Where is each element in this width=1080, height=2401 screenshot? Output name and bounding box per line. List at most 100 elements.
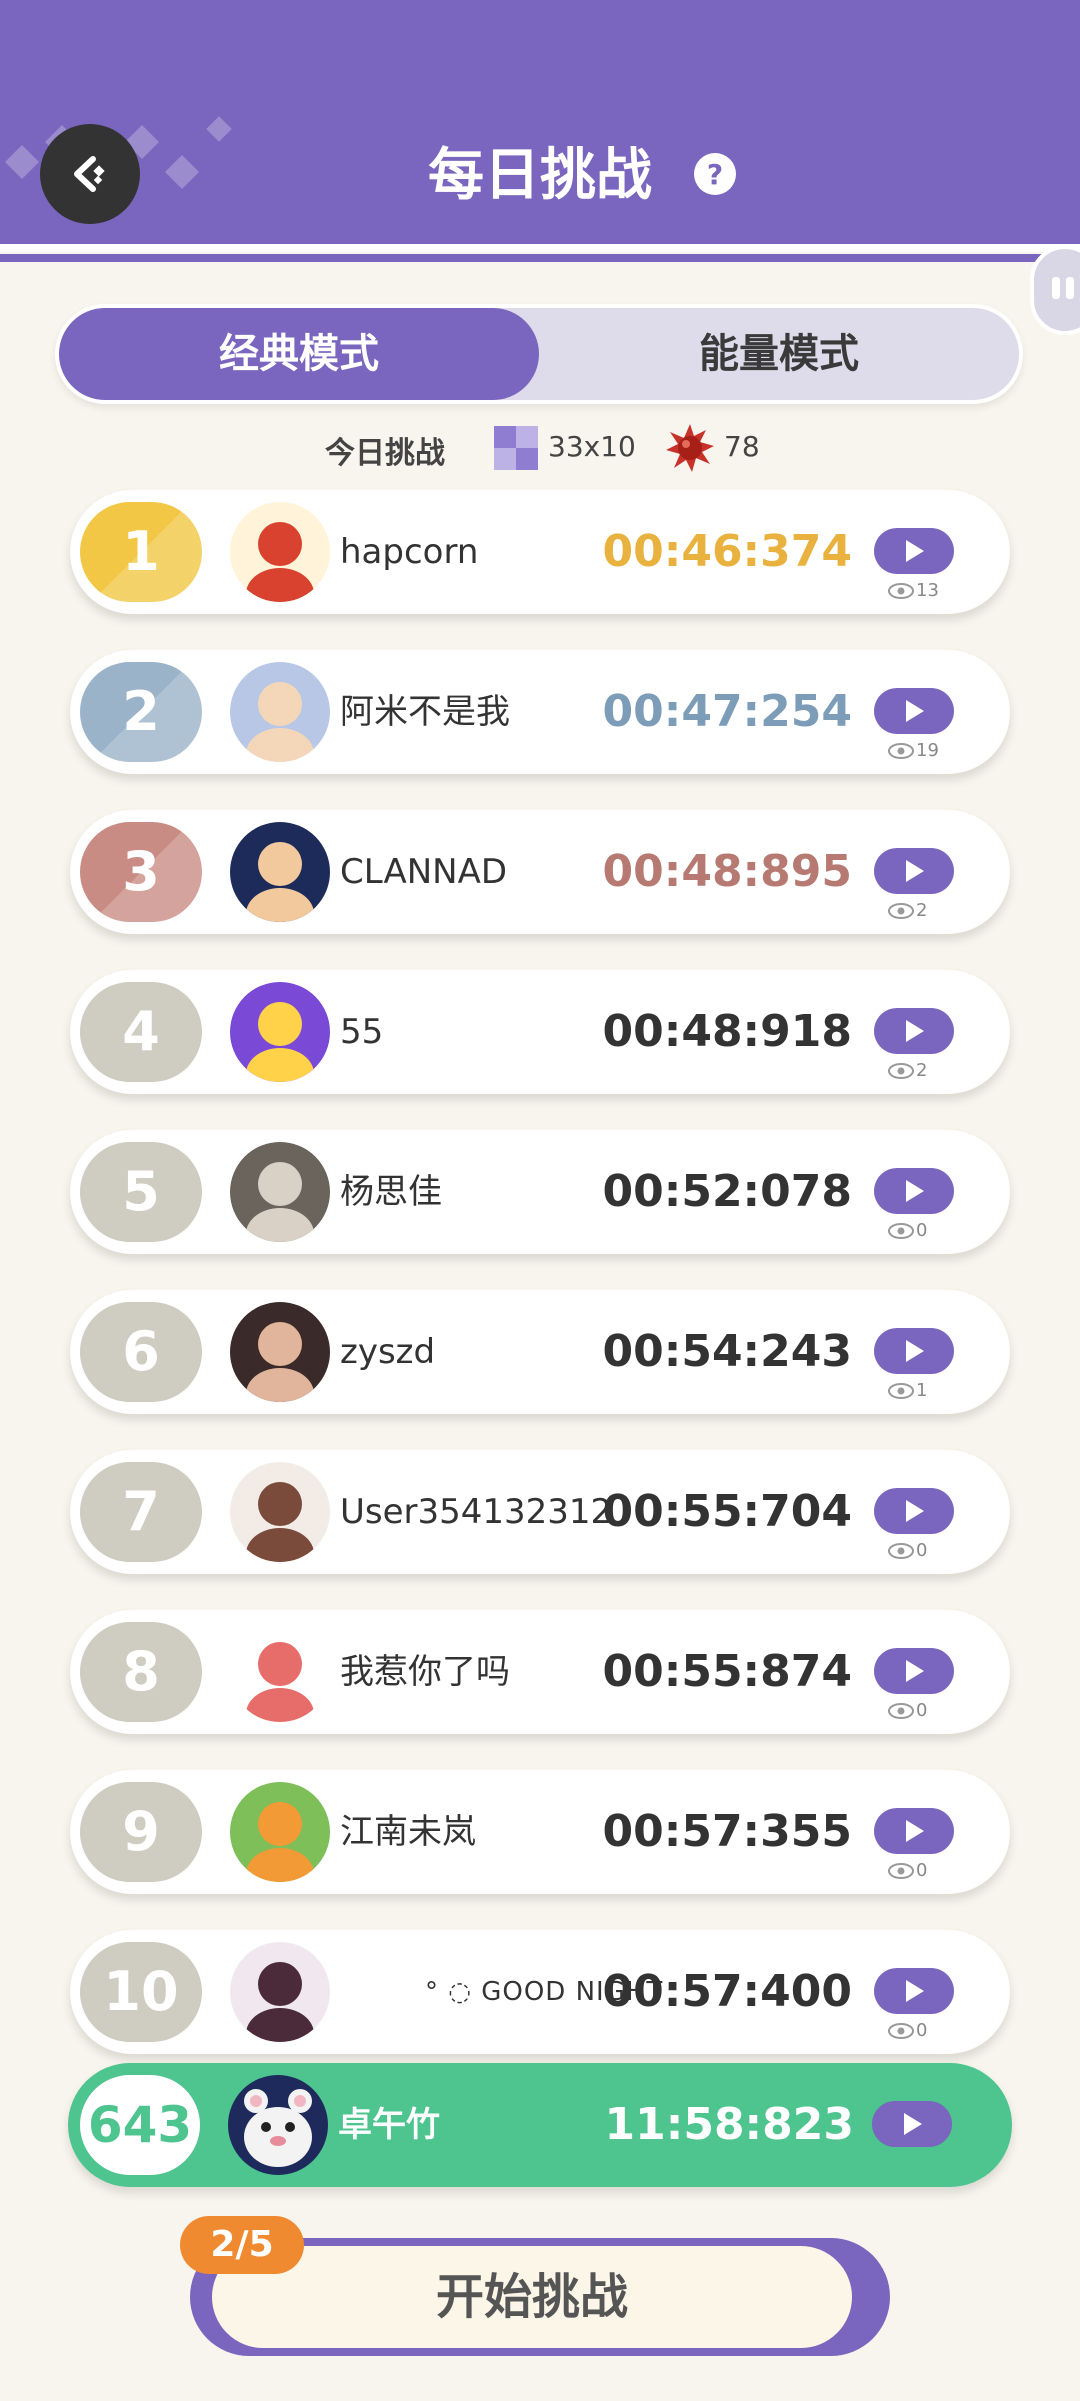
view-count: 0 — [888, 1220, 927, 1241]
finish-time: 00:47:254 — [602, 686, 853, 737]
my-rank-badge: 643 — [80, 2075, 200, 2175]
rank-badge: 9 — [80, 1782, 202, 1882]
view-count: 2 — [888, 900, 927, 921]
anime-girls-avatar-icon — [230, 662, 330, 762]
play-icon — [904, 2113, 922, 2135]
replay-button[interactable] — [874, 688, 954, 734]
leaderboard-row[interactable]: 2 阿米不是我 00:47:254 19 — [70, 650, 1010, 774]
play-icon — [906, 1980, 924, 2002]
player-name: zyszd — [340, 1332, 436, 1372]
eye-icon — [888, 742, 914, 759]
replay-button[interactable] — [874, 1328, 954, 1374]
play-icon — [906, 1660, 924, 1682]
leaderboard-row[interactable]: 4 55 00:48:918 2 — [70, 970, 1010, 1094]
eye-icon — [888, 1382, 914, 1399]
replay-button[interactable] — [874, 1648, 954, 1694]
leaderboard-row[interactable]: 8 我惹你了吗 00:55:874 0 — [70, 1610, 1010, 1734]
tiger-avatar-icon — [230, 1782, 330, 1882]
view-count-value: 13 — [916, 580, 939, 601]
view-count-value: 0 — [916, 1540, 928, 1561]
play-icon — [906, 1020, 924, 1042]
finish-time: 00:46:374 — [602, 526, 853, 577]
start-challenge-button[interactable]: 开始挑战 — [212, 2246, 852, 2348]
replay-button[interactable] — [874, 1488, 954, 1534]
play-icon — [906, 1820, 924, 1842]
replay-button[interactable] — [874, 1968, 954, 2014]
avatar — [230, 1782, 330, 1882]
rank-badge: 7 — [80, 1462, 202, 1562]
play-icon — [906, 700, 924, 722]
leaderboard-row[interactable]: 6 zyszd 00:54:243 1 — [70, 1290, 1010, 1414]
header-divider-accent — [0, 254, 1080, 262]
leaderboard-row[interactable]: 3 CLANNAD 00:48:895 2 — [70, 810, 1010, 934]
mine-count: 78 — [724, 430, 760, 463]
view-count-value: 0 — [916, 1700, 928, 1721]
replay-button[interactable] — [874, 1008, 954, 1054]
leaderboard-row[interactable]: 9 江南未岚 00:57:355 0 — [70, 1770, 1010, 1894]
help-icon[interactable]: ? — [693, 152, 737, 196]
replay-button[interactable] — [874, 1168, 954, 1214]
rank-badge: 5 — [80, 1142, 202, 1242]
popcorn-avatar-icon — [230, 502, 330, 602]
eye-icon — [888, 582, 914, 599]
play-icon — [906, 1180, 924, 1202]
my-replay-button[interactable] — [872, 2101, 952, 2147]
view-count-value: 2 — [916, 900, 928, 921]
view-count-value: 19 — [916, 740, 939, 761]
my-name: 卓午竹 — [338, 2105, 440, 2145]
view-count-value: 0 — [916, 1220, 928, 1241]
avatar — [230, 982, 330, 1082]
player-name: CLANNAD — [340, 852, 508, 892]
rank-badge: 2 — [80, 662, 202, 762]
view-count: 2 — [888, 1060, 927, 1081]
my-rank-row[interactable]: 643 卓午竹 11:58:823 — [68, 2063, 1012, 2187]
doll-avatar-icon — [230, 1302, 330, 1402]
player-name: 江南未岚 — [340, 1812, 476, 1852]
board-size: 33x10 — [548, 430, 636, 463]
header-bar: 每日挑战 ? — [0, 0, 1080, 250]
replay-button[interactable] — [874, 1808, 954, 1854]
avatar — [230, 1302, 330, 1402]
eye-icon — [888, 1862, 914, 1879]
anime-boy-avatar-icon — [230, 822, 330, 922]
finish-time: 00:57:355 — [602, 1806, 853, 1857]
leaderboard-row[interactable]: 1 hapcorn 00:46:374 13 — [70, 490, 1010, 614]
view-count: 0 — [888, 1700, 927, 1721]
eye-icon — [888, 2022, 914, 2039]
my-time: 11:58:823 — [604, 2099, 855, 2150]
player-name: hapcorn — [340, 532, 479, 572]
finish-time: 00:54:243 — [602, 1326, 853, 1377]
replay-button[interactable] — [874, 848, 954, 894]
leaderboard-row[interactable]: 5 杨思佳 00:52:078 0 — [70, 1130, 1010, 1254]
view-count: 0 — [888, 1860, 927, 1881]
finish-time: 00:55:874 — [602, 1646, 853, 1697]
rank-badge: 1 — [80, 502, 202, 602]
tab-classic-mode[interactable]: 经典模式 — [59, 308, 539, 400]
finish-time: 00:52:078 — [602, 1166, 853, 1217]
header-divider — [0, 244, 1080, 252]
board-grid-icon — [494, 426, 538, 470]
finish-time: 00:48:918 — [602, 1006, 853, 1057]
eye-icon — [888, 902, 914, 919]
tab-energy-mode[interactable]: 能量模式 — [539, 308, 1019, 400]
page-title: 每日挑战 — [428, 143, 652, 208]
rank-badge: 10 — [80, 1942, 202, 2042]
cartoon-avatar-icon — [230, 982, 330, 1082]
replay-button[interactable] — [874, 528, 954, 574]
attempts-badge: 2/5 — [180, 2216, 304, 2274]
svg-text:?: ? — [707, 158, 723, 191]
avatar — [230, 662, 330, 762]
hamster-avatar-icon — [228, 2075, 328, 2175]
view-count: 0 — [888, 1540, 927, 1561]
my-avatar — [228, 2075, 328, 2175]
challenge-info: 今日挑战 33x10 78 — [0, 420, 1080, 472]
finish-time: 00:55:704 — [602, 1486, 853, 1537]
side-drawer-handle[interactable] — [1030, 245, 1080, 335]
finish-time: 00:57:400 — [602, 1966, 853, 2017]
view-count: 19 — [888, 740, 939, 761]
player-name: 杨思佳 — [340, 1172, 442, 1212]
avatar — [230, 502, 330, 602]
mine-icon — [666, 424, 714, 472]
leaderboard-row[interactable]: 7 User354132312 00:55:704 0 — [70, 1450, 1010, 1574]
leaderboard-row[interactable]: 10 ° ◌ GOOD NIGHT 00:57:400 0 — [70, 1930, 1010, 2054]
